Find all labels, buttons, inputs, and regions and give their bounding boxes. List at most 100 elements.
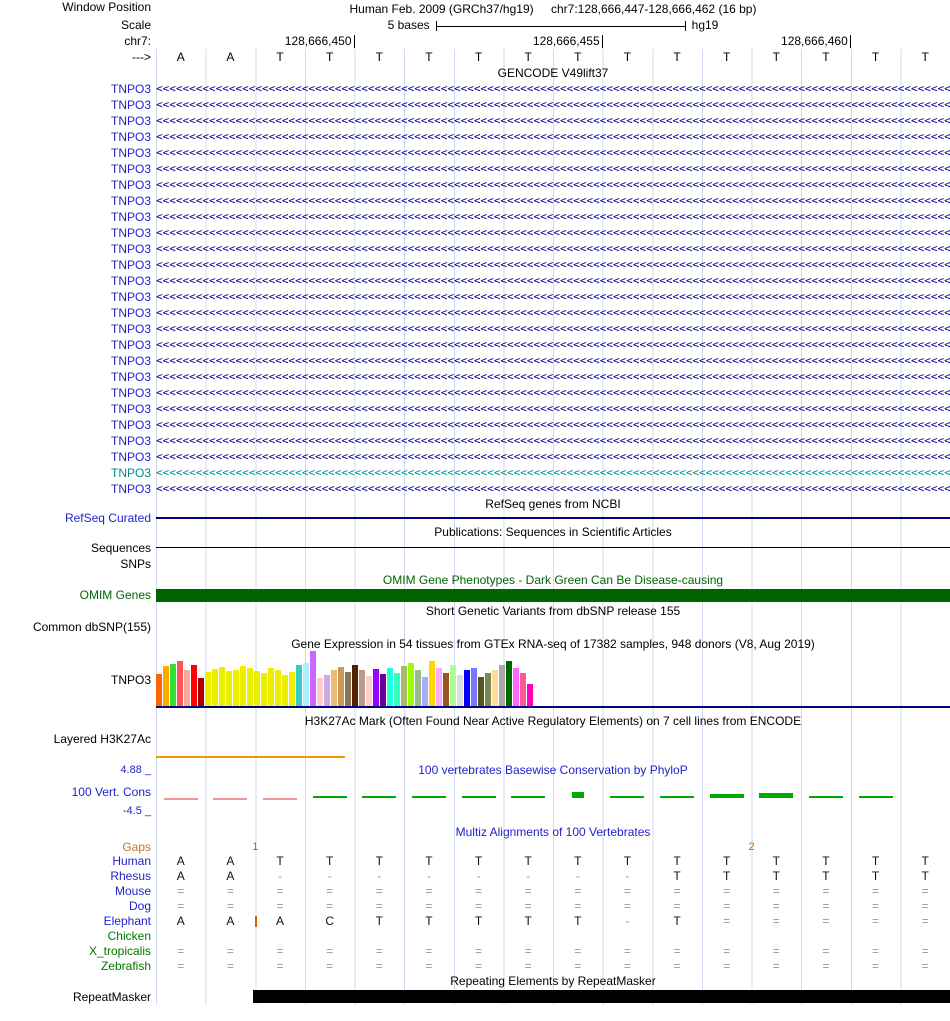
phylop-bar[interactable] bbox=[163, 797, 198, 801]
gtex-tissue-bar[interactable] bbox=[443, 673, 449, 706]
gtex-tissue-bar[interactable] bbox=[436, 668, 442, 706]
gtex-tissue-bar[interactable] bbox=[338, 667, 344, 706]
multiz-track-title[interactable]: Multiz Alignments of 100 Vertebrates bbox=[156, 825, 950, 840]
h3k27ac-track-title[interactable]: H3K27Ac Mark (Often Found Near Active Re… bbox=[156, 714, 950, 729]
gene-label[interactable]: TNPO3 bbox=[0, 353, 156, 369]
gtex-tissue-bar[interactable] bbox=[527, 684, 533, 706]
gtex-tissue-bar[interactable] bbox=[233, 670, 239, 706]
gtex-tissue-bar[interactable] bbox=[499, 665, 505, 706]
gene-model[interactable]: <<<<<<<<<<<<<<<<<<<<<<<<<<<<<<<<<<<<<<<<… bbox=[156, 81, 950, 97]
omim-gene-item[interactable] bbox=[156, 589, 950, 602]
gene-label[interactable]: TNPO3 bbox=[0, 161, 156, 177]
gtex-tissue-bar[interactable] bbox=[268, 668, 274, 706]
gtex-tissue-bar[interactable] bbox=[380, 674, 386, 706]
coordinate-ruler[interactable]: 128,666,450 128,666,455 128,666,460 bbox=[156, 34, 950, 49]
dbsnp-track-title[interactable]: Short Genetic Variants from dbSNP releas… bbox=[156, 604, 950, 619]
gtex-tissue-bar[interactable] bbox=[513, 668, 519, 706]
gene-model[interactable]: <<<<<<<<<<<<<<<<<<<<<<<<<<<<<<<<<<<<<<<<… bbox=[156, 241, 950, 257]
gtex-tissue-bar[interactable] bbox=[170, 664, 176, 706]
gtex-tissue-bar[interactable] bbox=[240, 666, 246, 706]
phylop-track-title[interactable]: 100 vertebrates Basewise Conservation by… bbox=[156, 763, 950, 777]
gene-label[interactable]: TNPO3 bbox=[0, 273, 156, 289]
gtex-tissue-bar[interactable] bbox=[408, 663, 414, 706]
alignment-track[interactable]: = = = = = = = = = = = = = = = = bbox=[156, 899, 950, 914]
gtex-tissue-bar[interactable] bbox=[324, 675, 330, 706]
phylop-bar[interactable] bbox=[571, 792, 584, 798]
gtex-tissue-bar[interactable] bbox=[422, 677, 428, 706]
gtex-tissue-bar[interactable] bbox=[219, 667, 225, 706]
gtex-tissue-bar[interactable] bbox=[478, 677, 484, 706]
gtex-tissue-bar[interactable] bbox=[352, 665, 358, 706]
gene-label[interactable]: TNPO3 bbox=[0, 449, 156, 465]
gtex-tissue-bar[interactable] bbox=[506, 661, 512, 706]
refseq-track-title[interactable]: RefSeq genes from NCBI bbox=[156, 497, 950, 511]
h3k27ac-signal[interactable] bbox=[156, 756, 345, 758]
gene-model[interactable]: <<<<<<<<<<<<<<<<<<<<<<<<<<<<<<<<<<<<<<<<… bbox=[156, 417, 950, 433]
gtex-tissue-bar[interactable] bbox=[261, 673, 267, 706]
gene-model[interactable]: <<<<<<<<<<<<<<<<<<<<<<<<<<<<<<<<<<<<<<<<… bbox=[156, 369, 950, 385]
gene-model[interactable]: <<<<<<<<<<<<<<<<<<<<<<<<<<<<<<<<<<<<<<<<… bbox=[156, 113, 950, 129]
refseq-gene-item[interactable] bbox=[156, 517, 950, 519]
phylop-bar[interactable] bbox=[660, 796, 695, 798]
phylop-bar[interactable] bbox=[511, 796, 546, 798]
gtex-tissue-bar[interactable] bbox=[345, 672, 351, 706]
gtex-tissue-bar[interactable] bbox=[464, 670, 470, 706]
phylop-bar[interactable] bbox=[858, 796, 893, 798]
gtex-tissue-bar[interactable] bbox=[184, 670, 190, 706]
gene-model[interactable]: <<<<<<<<<<<<<<<<<<<<<<<<<<<<<<<<<<<<<<<<… bbox=[156, 225, 950, 241]
gencode-track-title[interactable]: GENCODE V49lift37 bbox=[156, 65, 950, 81]
gtex-tissue-bar[interactable] bbox=[254, 671, 260, 706]
gene-model[interactable]: <<<<<<<<<<<<<<<<<<<<<<<<<<<<<<<<<<<<<<<<… bbox=[156, 129, 950, 145]
gtex-tissue-bar[interactable] bbox=[177, 661, 183, 706]
alignment-track[interactable]: AATTTTTTTTTTTTTT bbox=[156, 854, 950, 869]
gene-model[interactable]: <<<<<<<<<<<<<<<<<<<<<<<<<<<<<<<<<<<<<<<<… bbox=[156, 321, 950, 337]
gene-model[interactable]: <<<<<<<<<<<<<<<<<<<<<<<<<<<<<<<<<<<<<<<<… bbox=[156, 289, 950, 305]
gene-label[interactable]: TNPO3 bbox=[0, 193, 156, 209]
gene-label[interactable]: TNPO3 bbox=[0, 321, 156, 337]
alignment-track[interactable]: = = = = = = = = = = = = = = = = bbox=[156, 959, 950, 974]
gtex-tissue-bar[interactable] bbox=[247, 668, 253, 706]
gtex-tissue-bar[interactable] bbox=[191, 665, 197, 706]
gene-label[interactable]: TNPO3 bbox=[0, 385, 156, 401]
gtex-bar-chart[interactable] bbox=[156, 651, 533, 706]
gene-model[interactable]: <<<<<<<<<<<<<<<<<<<<<<<<<<<<<<<<<<<<<<<<… bbox=[156, 353, 950, 369]
phylop-bar[interactable] bbox=[362, 796, 397, 798]
gtex-track-title[interactable]: Gene Expression in 54 tissues from GTEx … bbox=[156, 636, 950, 652]
gene-model[interactable]: <<<<<<<<<<<<<<<<<<<<<<<<<<<<<<<<<<<<<<<<… bbox=[156, 481, 950, 497]
gene-label[interactable]: TNPO3 bbox=[0, 401, 156, 417]
gtex-tissue-bar[interactable] bbox=[429, 661, 435, 706]
gene-model[interactable]: <<<<<<<<<<<<<<<<<<<<<<<<<<<<<<<<<<<<<<<<… bbox=[156, 433, 950, 449]
gene-model[interactable]: <<<<<<<<<<<<<<<<<<<<<<<<<<<<<<<<<<<<<<<<… bbox=[156, 337, 950, 353]
gtex-tissue-bar[interactable] bbox=[366, 676, 372, 706]
gtex-tissue-bar[interactable] bbox=[303, 663, 309, 706]
gene-label[interactable]: TNPO3 bbox=[0, 209, 156, 225]
gene-label[interactable]: TNPO3 bbox=[0, 257, 156, 273]
repeatmasker-track-title[interactable]: Repeating Elements by RepeatMasker bbox=[156, 974, 950, 989]
gtex-tissue-bar[interactable] bbox=[401, 666, 407, 706]
gtex-tissue-bar[interactable] bbox=[310, 651, 316, 706]
gene-label[interactable]: TNPO3 bbox=[0, 177, 156, 193]
gtex-tissue-bar[interactable] bbox=[387, 668, 393, 706]
gene-label[interactable]: TNPO3 bbox=[0, 81, 156, 97]
gene-model[interactable]: <<<<<<<<<<<<<<<<<<<<<<<<<<<<<<<<<<<<<<<<… bbox=[156, 97, 950, 113]
phylop-bar[interactable] bbox=[263, 797, 298, 800]
gtex-tissue-bar[interactable] bbox=[485, 673, 491, 706]
gene-label[interactable]: TNPO3 bbox=[0, 417, 156, 433]
gtex-tissue-bar[interactable] bbox=[359, 670, 365, 706]
gene-model[interactable]: <<<<<<<<<<<<<<<<<<<<<<<<<<<<<<<<<<<<<<<<… bbox=[156, 145, 950, 161]
phylop-bar[interactable] bbox=[461, 796, 496, 798]
gene-label[interactable]: TNPO3 bbox=[0, 369, 156, 385]
gene-label[interactable]: TNPO3 bbox=[0, 145, 156, 161]
gtex-tissue-bar[interactable] bbox=[205, 672, 211, 706]
alignment-track[interactable]: AA--------TTTTTT bbox=[156, 869, 950, 884]
gtex-tissue-bar[interactable] bbox=[282, 675, 288, 706]
gene-model[interactable]: <<<<<<<<<<<<<<<<<<<<<<<<<<<<<<<<<<<<<<<<… bbox=[156, 161, 950, 177]
gene-label[interactable]: TNPO3 bbox=[0, 337, 156, 353]
phylop-bar[interactable] bbox=[312, 796, 347, 798]
gene-label[interactable]: TNPO3 bbox=[0, 481, 156, 497]
gtex-tissue-bar[interactable] bbox=[450, 665, 456, 706]
phylop-bar[interactable] bbox=[709, 793, 744, 798]
phylop-bar[interactable] bbox=[759, 793, 794, 798]
gene-label[interactable]: TNPO3 bbox=[0, 225, 156, 241]
gtex-tissue-bar[interactable] bbox=[275, 670, 281, 706]
